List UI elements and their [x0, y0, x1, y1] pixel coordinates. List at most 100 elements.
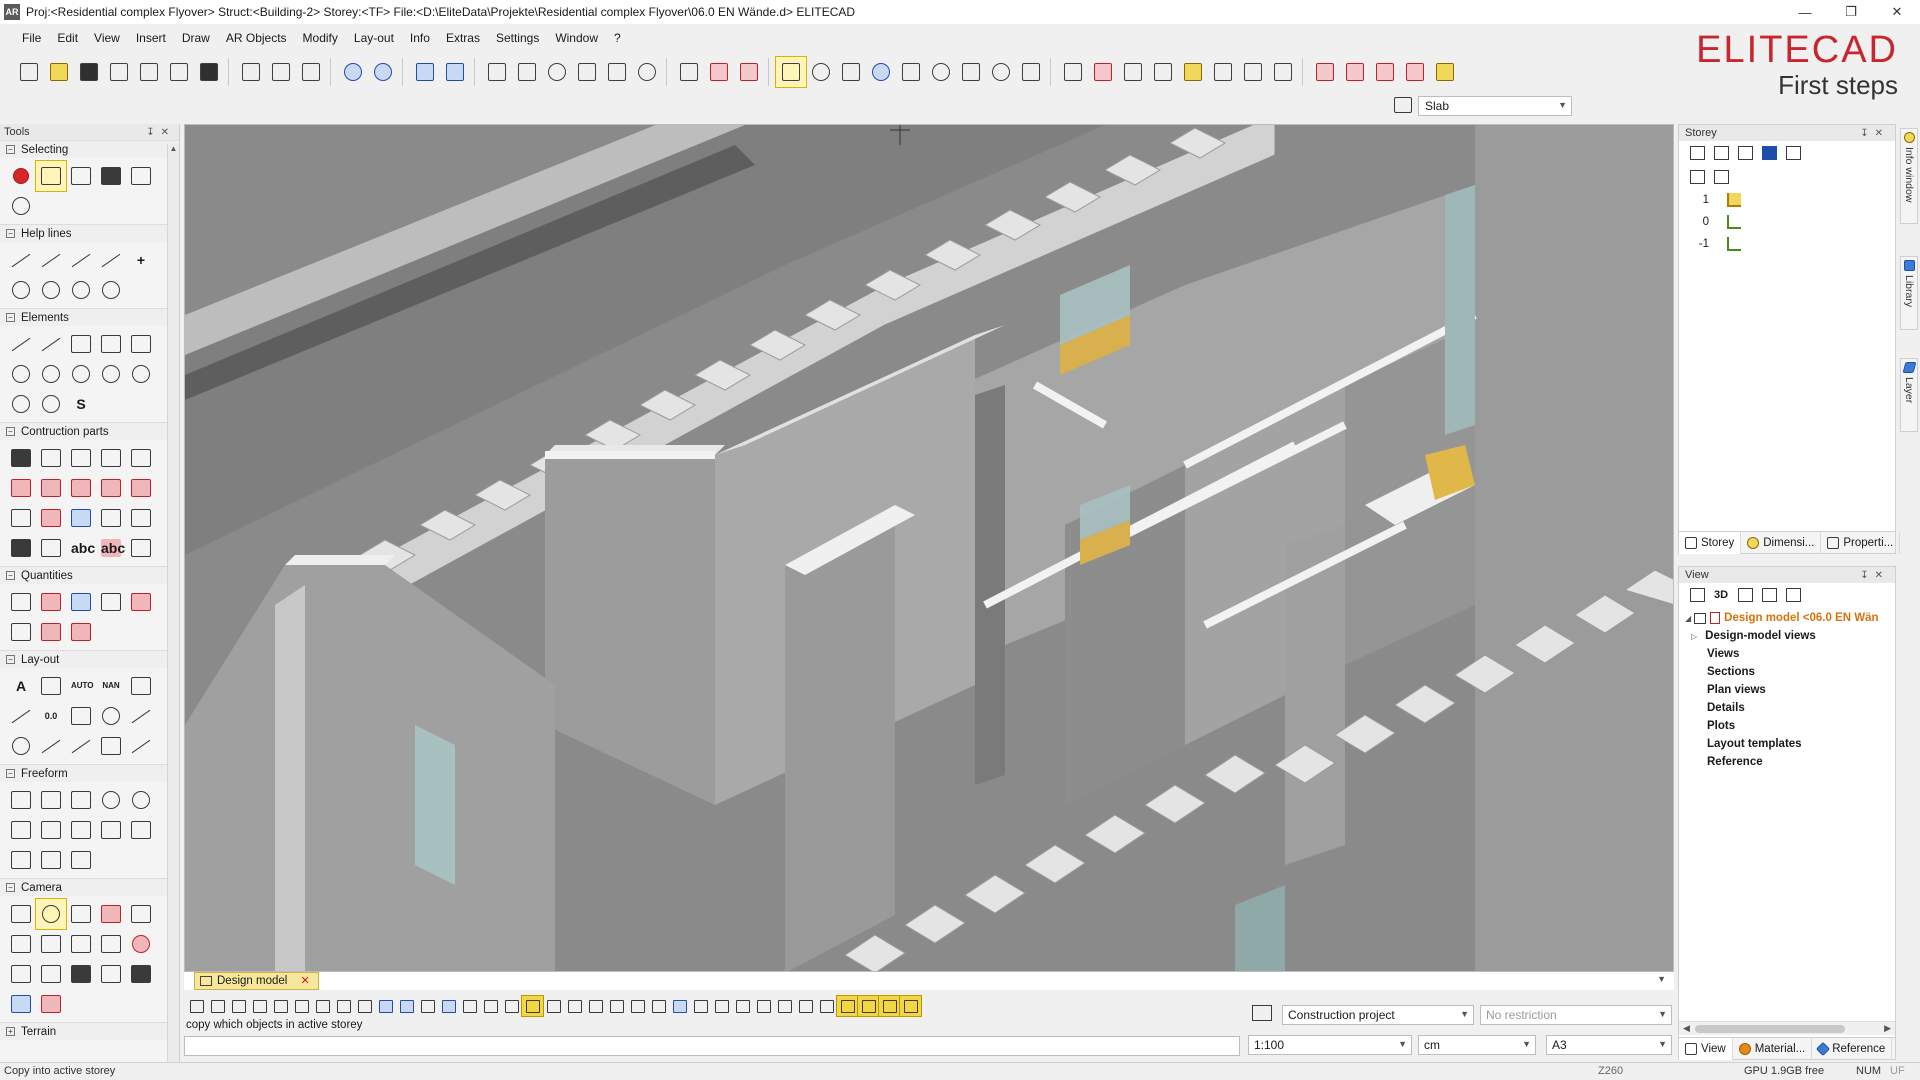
storey-row[interactable]: 0	[1691, 211, 1895, 233]
mail-icon[interactable]	[1310, 57, 1340, 87]
close-icon[interactable]: ✕	[1874, 0, 1920, 24]
arc-icon[interactable]	[926, 57, 956, 87]
quantity-mark-icon[interactable]	[6, 617, 36, 647]
snap-mid-icon[interactable]	[564, 996, 585, 1016]
tree-item[interactable]: Details	[1685, 699, 1891, 717]
print-icon[interactable]	[104, 57, 134, 87]
section-header[interactable]: − Elements	[0, 308, 179, 326]
tree-item[interactable]: Layout templates	[1685, 735, 1891, 753]
camera-orbit-icon[interactable]	[36, 929, 66, 959]
pin-close-icon[interactable]: ↧✕	[1860, 128, 1889, 139]
radius-dimension-icon[interactable]	[66, 731, 96, 761]
undo-icon[interactable]	[338, 57, 368, 87]
opening-icon[interactable]	[96, 473, 126, 503]
scroll-left-icon[interactable]: ◀	[1683, 1023, 1690, 1034]
unit-select[interactable]: cm ▼	[1418, 1035, 1536, 1055]
menu-edit[interactable]: Edit	[49, 31, 86, 45]
column-icon[interactable]	[96, 443, 126, 473]
mail-send-icon[interactable]	[1340, 57, 1370, 87]
tools-icon[interactable]	[1370, 57, 1400, 87]
scroll-thumb[interactable]	[1695, 1025, 1845, 1033]
camera-delete-icon[interactable]	[36, 989, 66, 1019]
section-header[interactable]: − Camera	[0, 878, 179, 896]
arc-3point-icon[interactable]	[96, 359, 126, 389]
snap-tangent-icon[interactable]	[690, 996, 711, 1016]
attribute-transfer-icon[interactable]	[1208, 57, 1238, 87]
storey-active-icon[interactable]	[1757, 143, 1781, 163]
plan-icon[interactable]	[186, 996, 207, 1016]
render-view-icon[interactable]	[354, 996, 375, 1016]
pin-close-icon[interactable]: ↧✕	[146, 127, 175, 138]
storey-row[interactable]: 1	[1691, 189, 1895, 211]
text-icon[interactable]: A	[6, 671, 36, 701]
tab-view[interactable]: View	[1679, 1037, 1733, 1060]
room-icon[interactable]	[36, 503, 66, 533]
camera-record-icon[interactable]	[126, 959, 156, 989]
menu-file[interactable]: File	[14, 31, 49, 45]
plot-icon[interactable]	[134, 57, 164, 87]
side-tab-info-window[interactable]: Info window	[1900, 128, 1918, 224]
nan-dimension-icon[interactable]: NAN	[96, 671, 126, 701]
restore-icon[interactable]: ❐	[1828, 0, 1874, 24]
hatch-icon[interactable]	[6, 533, 36, 563]
help-tangent-icon[interactable]	[96, 275, 126, 305]
help-angle-icon[interactable]	[36, 245, 66, 275]
snap-node-icon[interactable]	[711, 996, 732, 1016]
quantity-edit-icon[interactable]	[96, 587, 126, 617]
quantity-list-icon[interactable]	[6, 587, 36, 617]
leader-icon[interactable]	[6, 701, 36, 731]
view-tree-icon[interactable]	[1781, 585, 1805, 605]
attribute-query-icon[interactable]	[1178, 57, 1208, 87]
rotate-view-icon[interactable]	[249, 996, 270, 1016]
camera-target-icon[interactable]	[66, 929, 96, 959]
side-tab-layer[interactable]: Layer	[1900, 358, 1918, 432]
menu-draw[interactable]: Draw	[174, 31, 218, 45]
menu-modify[interactable]: Modify	[295, 31, 346, 45]
camera-walkthrough-icon[interactable]	[96, 959, 126, 989]
storey-plane-icon[interactable]	[1685, 167, 1709, 187]
help-cross-icon[interactable]: +	[126, 245, 156, 275]
menu-view[interactable]: View	[86, 31, 128, 45]
menu-help[interactable]: ?	[606, 31, 629, 45]
copy-into-storey-icon[interactable]	[775, 56, 807, 88]
solid-trim-icon[interactable]	[66, 845, 96, 875]
camera-light-icon[interactable]	[126, 929, 156, 959]
edit-icon[interactable]	[734, 57, 764, 87]
solid-explode-icon[interactable]	[6, 845, 36, 875]
tab-storey[interactable]: Storey	[1679, 531, 1742, 554]
storey-edit-icon[interactable]	[1709, 143, 1733, 163]
help-line-icon[interactable]	[6, 245, 36, 275]
arc-icon[interactable]	[66, 359, 96, 389]
auto-dimension-icon[interactable]: AUTO	[66, 671, 96, 701]
wall-icon[interactable]	[6, 443, 36, 473]
scale-select[interactable]: 1:100 ▼	[1248, 1035, 1412, 1055]
height-icon[interactable]	[896, 57, 926, 87]
wireframe-icon[interactable]	[438, 996, 459, 1016]
view-new-icon[interactable]	[1685, 585, 1709, 605]
walk-icon[interactable]	[6, 899, 36, 929]
view-sort-icon[interactable]	[1757, 585, 1781, 605]
tree-root[interactable]: ◢ Design model <06.0 EN Wän	[1685, 609, 1891, 627]
room-stamp-icon[interactable]: abc	[66, 533, 96, 563]
tab-dimensions[interactable]: Dimensi...	[1741, 531, 1822, 554]
info-point-icon[interactable]	[806, 57, 836, 87]
dimension-chain-icon[interactable]	[126, 671, 156, 701]
tools-scrollbar[interactable]: ▲	[167, 144, 179, 1062]
section-header[interactable]: + Terrain	[0, 1022, 179, 1040]
snap-perp-icon[interactable]	[585, 996, 606, 1016]
circle-icon[interactable]	[6, 359, 36, 389]
sun-icon[interactable]	[501, 996, 522, 1016]
copy-icon[interactable]	[266, 57, 296, 87]
curve-icon[interactable]	[6, 389, 36, 419]
select-element-icon[interactable]	[96, 161, 126, 191]
line-icon[interactable]	[6, 329, 36, 359]
quantity-teal-icon[interactable]	[66, 587, 96, 617]
shade-view-icon[interactable]	[375, 996, 396, 1016]
attribute-filter-icon[interactable]	[1268, 57, 1298, 87]
paper-select[interactable]: A3 ▼	[1546, 1035, 1672, 1055]
array-element-icon[interactable]	[632, 57, 662, 87]
section-header[interactable]: − Lay-out	[0, 650, 179, 668]
section-header[interactable]: − Contruction parts	[0, 422, 179, 440]
roof-window-icon[interactable]	[126, 473, 156, 503]
scale-element-icon[interactable]	[602, 57, 632, 87]
